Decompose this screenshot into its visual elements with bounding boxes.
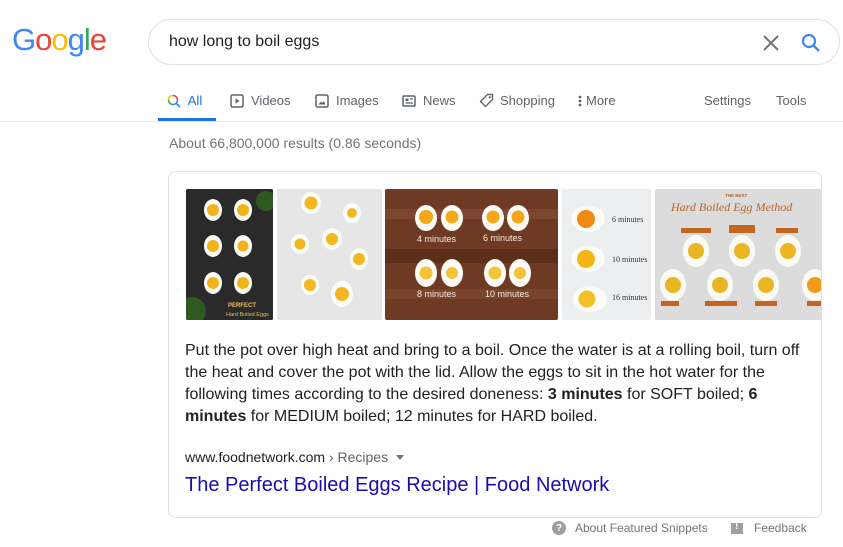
snippet-image-strip: PERFECT Hard Boiled Eggs 4 minutes 6 min… [186,189,821,320]
cite-path: Recipes [337,449,389,465]
result-stats: About 66,800,000 results (0.86 seconds) [169,135,422,151]
search-icon [801,33,820,52]
tab-settings[interactable]: Settings [704,80,751,121]
tab-images[interactable]: Images [314,80,379,121]
image-caption: 16 minutes [612,293,647,302]
snippet-image[interactable] [277,189,382,320]
about-featured-snippets-link[interactable]: ? About Featured Snippets [552,521,708,535]
result-title-link[interactable]: The Perfect Boiled Eggs Recipe | Food Ne… [185,474,609,497]
logo-letter: g [67,22,85,57]
tab-all[interactable]: All [158,80,216,121]
egg-method-image: THE BEST Hard Boiled Egg Method [655,189,821,320]
tab-label: News [423,93,456,108]
search-input[interactable] [169,20,729,64]
image-caption: Hard Boiled Eggs [226,312,269,318]
cite-domain: www.foodnetwork.com [185,449,326,465]
snippet-image[interactable]: PERFECT Hard Boiled Eggs [186,189,273,320]
logo-letter: G [12,22,36,57]
help-icon: ? [552,521,566,535]
tab-label: All [187,93,203,108]
play-icon [229,93,245,109]
about-featured-snippets-label: About Featured Snippets [575,521,708,535]
snippet-image[interactable]: 4 minutes 6 minutes 8 minutes 10 minutes [385,189,558,320]
feedback-label: Feedback [754,521,807,535]
logo-letter: e [89,22,107,57]
caret-down-icon[interactable] [396,454,405,460]
google-logo[interactable]: Google [12,22,107,58]
tab-label: Shopping [500,93,555,108]
tab-videos[interactable]: Videos [229,80,291,121]
tab-shopping[interactable]: Shopping [478,80,555,121]
featured-snippet-card: PERFECT Hard Boiled Eggs 4 minutes 6 min… [168,171,822,518]
snippet-text-part: for MEDIUM boiled; 12 minutes for HARD b… [246,408,598,425]
image-caption: PERFECT [228,303,256,309]
feedback-link[interactable]: Feedback [731,521,807,535]
logo-letter: o [51,22,68,57]
tab-label: Settings [704,93,751,108]
tab-label: More [586,93,616,108]
image-caption: 4 minutes [417,234,457,244]
snippet-text: Put the pot over high heat and bring to … [185,340,805,428]
clear-search-button[interactable] [759,31,783,55]
egg-chart-image: PERFECT Hard Boiled Eggs [186,189,273,320]
logo-letter: o [35,22,52,57]
close-icon [763,35,779,51]
snippet-image[interactable]: 6 minutes 10 minutes 16 minutes [562,189,651,320]
tab-more[interactable]: More [576,80,616,121]
image-caption: 10 minutes [485,289,530,299]
snippet-text-bold: 3 minutes [547,386,623,403]
result-url-breadcrumb: www.foodnetwork.com › Recipes [185,449,405,465]
egg-doneness-image [277,189,382,320]
image-caption: 6 minutes [612,215,643,224]
cite-separator: › [325,449,338,465]
header-divider [0,121,843,122]
search-button[interactable] [799,31,823,55]
tab-label: Images [336,93,379,108]
snippet-text-part: for SOFT boiled; [622,386,749,403]
feedback-icon [731,521,743,534]
image-caption: THE BEST [725,193,748,198]
eggs-on-wood-image: 4 minutes 6 minutes 8 minutes 10 minutes [385,189,558,320]
image-caption: Hard Boiled Egg Method [670,200,793,214]
tab-label: Videos [251,93,291,108]
image-caption: 6 minutes [483,233,523,243]
image-caption: 10 minutes [612,255,647,264]
search-box [148,19,840,65]
search-tabs: All Videos Images News Shopping More Set… [158,80,843,121]
search-icon [166,93,182,109]
more-vert-icon [576,93,584,109]
tab-tools[interactable]: Tools [776,80,806,121]
newspaper-icon [401,93,417,109]
image-caption: 8 minutes [417,289,457,299]
tab-news[interactable]: News [401,80,456,121]
tab-label: Tools [776,93,807,108]
image-icon [314,93,330,109]
eggs-by-minutes-image: 6 minutes 10 minutes 16 minutes [562,189,651,320]
tag-icon [478,93,494,109]
snippet-image[interactable]: THE BEST Hard Boiled Egg Method [655,189,821,320]
